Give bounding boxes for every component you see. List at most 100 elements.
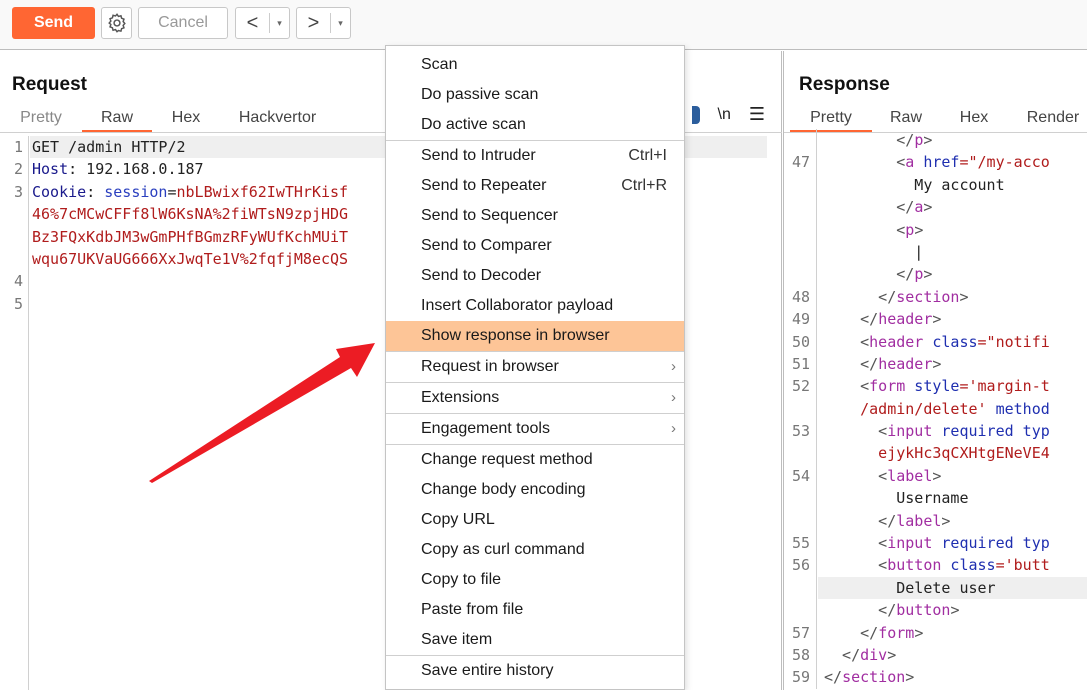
code-token: </ bbox=[824, 668, 843, 687]
code-line[interactable]: ejykHc3qCXHtgENeVE4 bbox=[784, 442, 1087, 464]
menu-item-extensions[interactable]: Extensions › bbox=[386, 383, 684, 413]
menu-item-save-item[interactable]: Save item bbox=[386, 625, 684, 655]
code-token: style bbox=[905, 377, 960, 396]
line-number: 47 bbox=[791, 153, 810, 172]
menu-item-change-request-method[interactable]: Change request method bbox=[386, 445, 684, 475]
code-token: /admin/delete' bbox=[824, 399, 987, 418]
code-line[interactable]: 55 <input required typ bbox=[784, 532, 1087, 554]
code-token: form bbox=[878, 623, 915, 642]
code-line[interactable]: 58 </div> bbox=[784, 644, 1087, 666]
menu-item-insert-collaborator-payload[interactable]: Insert Collaborator payload bbox=[386, 291, 684, 321]
menu-item-do-active-scan[interactable]: Do active scan bbox=[386, 110, 684, 140]
code-line[interactable]: 50 <header class="notifi bbox=[784, 331, 1087, 353]
code-token: > bbox=[932, 466, 942, 485]
chevron-right-icon[interactable]: > bbox=[297, 8, 330, 38]
menu-item-label: Change body encoding bbox=[421, 481, 586, 498]
line-text: </p> bbox=[824, 263, 932, 285]
line-number: 57 bbox=[791, 623, 810, 642]
code-line[interactable]: 53 <input required typ bbox=[784, 420, 1087, 442]
line-text: Username bbox=[824, 487, 968, 509]
tab-pretty[interactable]: Pretty bbox=[0, 107, 82, 133]
menu-item-request-in-browser[interactable]: Request in browser › bbox=[386, 352, 684, 382]
tab-hex[interactable]: Hex bbox=[152, 107, 220, 133]
code-line[interactable]: </p> bbox=[784, 129, 1087, 151]
next-request-button[interactable]: > ▾ bbox=[296, 7, 351, 39]
code-token: href bbox=[914, 153, 960, 172]
code-line[interactable]: 57 </form> bbox=[784, 622, 1087, 644]
menu-item-send-to-repeater[interactable]: Send to Repeater Ctrl+R bbox=[386, 171, 684, 201]
code-line[interactable]: 47 <a href="/my-acco bbox=[784, 151, 1087, 173]
code-line[interactable]: 52 <form style='margin-t bbox=[784, 375, 1087, 397]
keyboard-shortcut: Ctrl+I bbox=[628, 147, 667, 164]
line-number: 3 bbox=[13, 182, 23, 201]
code-token: p bbox=[914, 265, 924, 284]
response-editor[interactable]: </p> 47 <a href="/my-acco My account </a>… bbox=[784, 129, 1087, 689]
menu-item-engagement-tools[interactable]: Engagement tools › bbox=[386, 414, 684, 444]
menu-item-copy-as-curl-command[interactable]: Copy as curl command bbox=[386, 535, 684, 565]
code-line[interactable]: </label> bbox=[784, 510, 1087, 532]
code-line[interactable]: </a> bbox=[784, 196, 1087, 218]
line-number: 53 bbox=[791, 422, 810, 441]
menu-item-save-entire-history[interactable]: Save entire history bbox=[386, 656, 684, 686]
menu-item-paste-from-file[interactable]: Paste from file bbox=[386, 595, 684, 625]
code-line[interactable]: </button> bbox=[784, 599, 1087, 621]
line-text: Host: 192.168.0.187 bbox=[32, 158, 204, 180]
line-text: </form> bbox=[824, 622, 923, 644]
line-number: 48 bbox=[791, 287, 810, 306]
menu-item-label: Do active scan bbox=[421, 116, 526, 133]
line-text: </header> bbox=[824, 353, 941, 375]
menu-item-label: Request in browser bbox=[421, 358, 559, 375]
code-token: > bbox=[923, 265, 933, 284]
show-newlines-button[interactable]: \n bbox=[718, 106, 731, 124]
menu-item-scan[interactable]: Scan bbox=[386, 50, 684, 80]
code-line[interactable]: </p> bbox=[784, 263, 1087, 285]
menu-item-label: Send to Repeater bbox=[421, 177, 547, 194]
menu-item-label: Copy URL bbox=[421, 511, 495, 528]
inspector-badge-icon[interactable] bbox=[691, 105, 700, 124]
menu-icon[interactable]: ☰ bbox=[749, 104, 765, 125]
send-button[interactable]: Send bbox=[12, 7, 95, 39]
code-line[interactable]: 54 <label> bbox=[784, 465, 1087, 487]
menu-item-send-to-comparer[interactable]: Send to Comparer bbox=[386, 231, 684, 261]
code-token: < bbox=[824, 466, 888, 485]
line-text: <input required typ bbox=[824, 532, 1050, 554]
line-text: </section> bbox=[824, 666, 914, 688]
tab-hackvertor[interactable]: Hackvertor bbox=[220, 107, 335, 133]
code-token: </ bbox=[824, 265, 915, 284]
code-line[interactable]: 56 <button class='butt bbox=[784, 554, 1087, 576]
chevron-right-icon: › bbox=[671, 389, 676, 406]
menu-item-send-to-decoder[interactable]: Send to Decoder bbox=[386, 261, 684, 291]
menu-item-copy-to-file[interactable]: Copy to file bbox=[386, 565, 684, 595]
cancel-button[interactable]: Cancel bbox=[138, 7, 228, 39]
chevron-left-icon[interactable]: < bbox=[236, 8, 269, 38]
previous-request-button[interactable]: < ▾ bbox=[235, 7, 290, 39]
keyboard-shortcut: Ctrl+R bbox=[621, 177, 667, 194]
menu-item-send-to-sequencer[interactable]: Send to Sequencer bbox=[386, 201, 684, 231]
line-text: <input required typ bbox=[824, 420, 1050, 442]
code-line[interactable]: 49 </header> bbox=[784, 308, 1087, 330]
code-token: header bbox=[869, 332, 924, 351]
code-line[interactable]: /admin/delete' method bbox=[784, 398, 1087, 420]
code-line[interactable]: Username bbox=[784, 487, 1087, 509]
dropdown-arrow-icon[interactable]: ▾ bbox=[270, 18, 289, 29]
code-line[interactable]: <p> bbox=[784, 219, 1087, 241]
dropdown-arrow-icon[interactable]: ▾ bbox=[331, 18, 350, 29]
code-line[interactable]: Delete user bbox=[784, 576, 1087, 600]
code-line[interactable]: | bbox=[784, 241, 1087, 263]
code-line[interactable]: 51 </header> bbox=[784, 353, 1087, 375]
code-token: > bbox=[887, 645, 897, 664]
code-token: input bbox=[887, 422, 933, 441]
menu-item-change-body-encoding[interactable]: Change body encoding bbox=[386, 475, 684, 505]
menu-item-show-response-in-browser[interactable]: Show response in browser bbox=[386, 321, 684, 351]
settings-button[interactable] bbox=[101, 7, 132, 39]
line-number: 2 bbox=[13, 160, 23, 179]
menu-item-copy-url[interactable]: Copy URL bbox=[386, 505, 684, 535]
menu-item-send-to-intruder[interactable]: Send to Intruder Ctrl+I bbox=[386, 141, 684, 171]
line-number: 58 bbox=[791, 645, 810, 664]
code-line[interactable]: 59 </section> bbox=[784, 666, 1087, 688]
tab-raw[interactable]: Raw bbox=[82, 107, 152, 133]
menu-item-do-passive-scan[interactable]: Do passive scan bbox=[386, 80, 684, 110]
code-line[interactable]: My account bbox=[784, 174, 1087, 196]
line-text: wqu67UKVaUG666XxJwqTe1V%2fqfjM8ecQS bbox=[32, 248, 348, 270]
code-line[interactable]: 48 </section> bbox=[784, 286, 1087, 308]
